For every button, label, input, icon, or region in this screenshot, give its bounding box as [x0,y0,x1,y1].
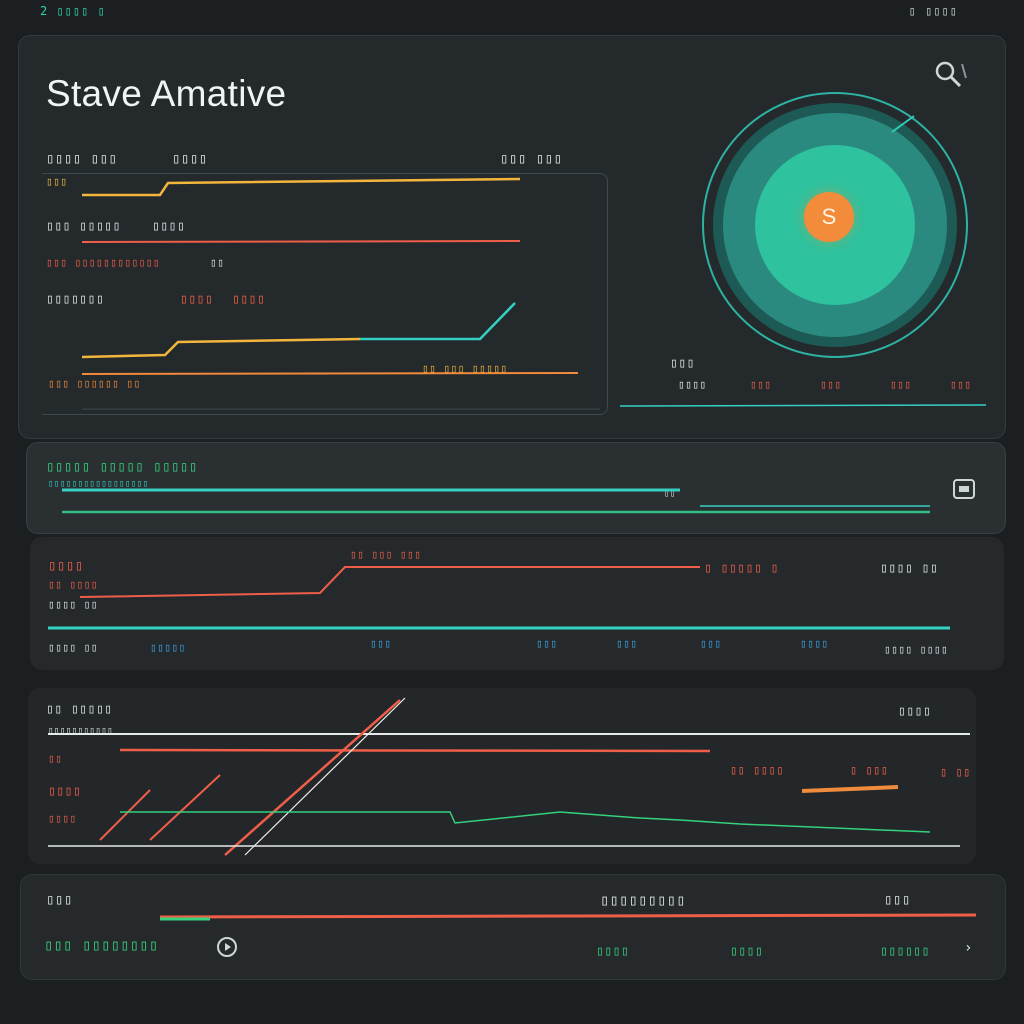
rate-right-label: ▯▯▯▯ ▯▯ [880,561,939,576]
gauge-legend-2: ▯▯▯ [750,378,772,391]
main-row-2-label-secondary: ▯▯▯▯ [152,219,186,234]
main-row-3-label-secondary: ▯▯▯▯ [180,292,214,307]
rate-mid-label: ▯ ▯▯▯▯▯ ▯ [704,561,779,576]
gauge-center-badge[interactable]: S [804,192,854,242]
main-row-2-label: ▯▯▯ ▯▯▯▯▯ [46,219,121,234]
rate-title: ▯▯▯▯ [48,558,84,574]
main-row-1-label: ▯▯▯▯ ▯▯▯ [46,151,118,167]
main-row-3-label-tertiary: ▯▯▯▯ [232,292,266,307]
trend-scale-2: ▯ ▯▯▯ [850,763,889,777]
rate-bottom-8: ▯▯▯▯ ▯▯▯▯ [884,643,949,656]
expand-icon[interactable] [952,478,976,500]
trend-title: ▯▯ ▯▯▯▯▯ [46,702,113,717]
gauge-label: ▯▯▯ [670,356,695,371]
rate-bottom-1: ▯▯▯▯ ▯▯ [48,641,98,654]
play-icon[interactable] [215,935,239,959]
stream-panel [26,442,1006,534]
stream-end-label: ▯▯ [664,489,676,499]
footer-title: ▯▯▯ [46,892,73,908]
rate-peak-label: ▯▯ ▯▯▯ ▯▯▯ [350,548,422,561]
main-row-2-sub: ▯▯▯ ▯▯▯▯▯▯▯▯▯▯▯▯ [46,256,160,269]
gauge-legend-1: ▯▯▯▯ [678,378,707,391]
footer-mid-label: ▯▯▯▯▯▯▯▯▯ [600,891,686,909]
rate-left-axis-label: ▯▯▯▯ ▯▯ [48,598,98,611]
trend-axis-a: ▯▯ [48,752,63,765]
main-row-4-label: ▯▯▯ ▯▯▯▯▯▯ ▯▯ [48,377,141,390]
stream-title: ▯▯▯▯▯ ▯▯▯▯▯ ▯▯▯▯▯ [46,459,198,475]
main-row-1-right: ▯▯▯ ▯▯▯ [500,151,563,167]
footer-value-3: ▯▯▯▯▯▯ [880,944,930,959]
chevron-right-icon[interactable]: › [964,940,972,956]
trend-panel [28,688,976,864]
top-bar: 2 ▯▯▯▯ ▯ ▯ ▯▯▯▯ [0,0,1024,26]
main-row-2-sub-end: ▯▯ [210,256,225,269]
trend-scale-3: ▯ ▯▯ [940,765,971,779]
trend-scale-1: ▯▯ ▯▯▯▯ [730,763,785,777]
trend-subtitle: ▯▯▯▯▯▯▯▯▯▯▯ [48,726,114,736]
stream-subtitle: ▯▯▯▯▯▯▯▯▯▯▯▯▯▯▯▯▯ [48,479,149,489]
top-bar-left: 2 ▯▯▯▯ ▯ [40,4,106,18]
rate-subtitle: ▯▯ ▯▯▯▯ [48,578,98,591]
main-row-1-sub: ▯▯▯ [46,175,68,188]
footer-right-label: ▯▯▯ [884,892,911,908]
rate-bottom-5: ▯▯▯ [616,637,638,650]
main-row-3-label: ▯▯▯▯▯▯▯ [46,292,105,307]
trend-right-label: ▯▯▯▯ [898,704,932,719]
footer-status: ▯▯▯ ▯▯▯▯▯▯▯▯ [44,936,159,954]
rate-bottom-4: ▯▯▯ [536,637,558,650]
trend-axis-c: ▯▯▯▯ [48,812,77,825]
footer-value-1: ▯▯▯▯ [596,944,630,959]
rate-bottom-3: ▯▯▯ [370,637,392,650]
footer-panel [20,874,1006,980]
footer-value-2: ▯▯▯▯ [730,944,764,959]
trend-axis-b: ▯▯▯▯ [48,784,82,799]
rate-bottom-7: ▯▯▯▯ [800,637,829,650]
app-title: Stave Amative [46,73,287,114]
gauge-legend-4: ▯▯▯ [890,378,912,391]
main-row-4-right: ▯▯ ▯▯▯ ▯▯▯▯▯ [422,362,508,375]
gauge-legend-3: ▯▯▯ [820,378,842,391]
top-bar-right: ▯ ▯▯▯▯ [908,4,958,18]
rate-bottom-6: ▯▯▯ [700,637,722,650]
main-row-1-label-secondary: ▯▯▯▯ [172,151,208,167]
rate-bottom-2: ▯▯▯▯▯ [150,641,186,654]
gauge-legend-5: ▯▯▯ [950,378,972,391]
